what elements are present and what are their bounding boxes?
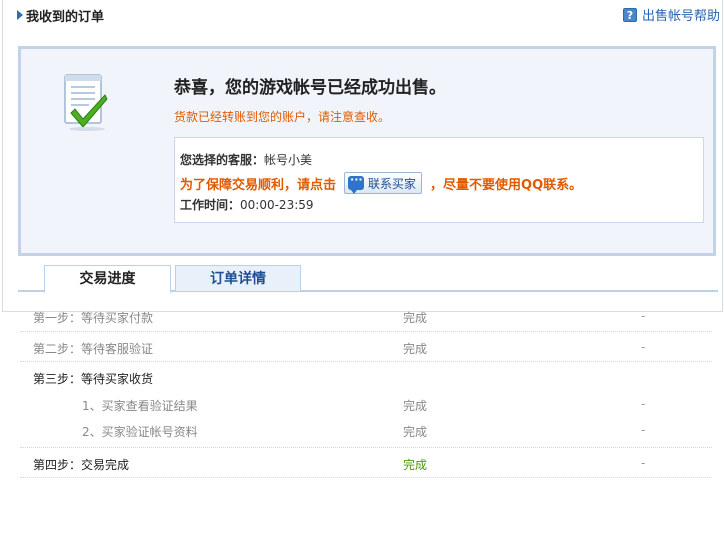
help-link-label[interactable]: 出售帐号帮助 xyxy=(642,5,720,24)
step-status: 完成 xyxy=(403,342,428,356)
step-extra: - xyxy=(641,397,646,411)
service-label: 您选择的客服： xyxy=(180,153,265,167)
hours-label: 工作时间： xyxy=(180,198,241,212)
step-status: 完成 xyxy=(403,399,428,413)
contact-buyer-button[interactable]: 联系买家 xyxy=(344,172,423,194)
step-name: 第四步：交易完成 xyxy=(33,458,130,472)
service-name: 帐号小美 xyxy=(264,153,313,167)
step-extra: - xyxy=(641,309,646,323)
success-headline: 恭喜，您的游戏帐号已经成功出售。 xyxy=(174,78,446,98)
list-item: 第四步：交易完成 完成 - xyxy=(20,448,712,478)
progress-list: 第一步：等待买家付款 完成 - 第二步：等待客服验证 完成 - 第三步：等待买家… xyxy=(20,303,712,478)
step-name: 2、买家验证帐号资料 xyxy=(82,425,198,439)
list-item: 第一步：等待买家付款 完成 - xyxy=(20,303,712,332)
step-name: 第三步：等待买家收货 xyxy=(33,372,154,386)
document-check-icon xyxy=(64,74,108,131)
tab-bar: 交易进度 订单详情 xyxy=(18,265,718,294)
list-item: 1、买家查看验证结果 完成 - xyxy=(20,392,712,418)
step-name: 第二步：等待客服验证 xyxy=(33,342,154,356)
list-item: 2、买家验证帐号资料 完成 - xyxy=(20,418,712,448)
help-link[interactable]: ? 出售帐号帮助 xyxy=(622,5,720,24)
step-extra: - xyxy=(641,456,646,470)
triangle-right-icon xyxy=(17,10,23,20)
contact-buyer-label: 联系买家 xyxy=(368,176,417,191)
success-notice-panel: 恭喜，您的游戏帐号已经成功出售。 货款已经转账到您的账户，请注意查收。 您选择的… xyxy=(18,46,716,256)
step-status: 完成 xyxy=(403,458,428,472)
tab-order-detail[interactable]: 订单详情 xyxy=(175,265,301,292)
step-status: 完成 xyxy=(403,311,428,325)
contact-tip-after: ，尽量不要使用QQ联系。 xyxy=(430,177,583,193)
step-extra: - xyxy=(641,423,646,437)
contact-tip-before: 为了保障交易顺利，请点击 xyxy=(180,177,337,193)
page-title: 我收到的订单 xyxy=(26,10,105,25)
list-item: 第二步：等待客服验证 完成 - xyxy=(20,332,712,362)
page-header: 我收到的订单 ? 出售帐号帮助 xyxy=(0,0,724,30)
payment-notice: 货款已经转账到您的账户，请注意查收。 xyxy=(174,110,391,124)
step-status: 完成 xyxy=(403,425,428,439)
customer-service-box: 您选择的客服：帐号小美 为了保障交易顺利，请点击 联系买家 ，尽量不要使用QQ联… xyxy=(174,137,704,223)
step-name: 第一步：等待买家付款 xyxy=(33,311,154,325)
chat-bubble-icon xyxy=(348,173,365,194)
step-extra: - xyxy=(641,340,646,354)
hours-row: 工作时间：00:00-23:59 xyxy=(180,196,314,213)
step-name: 1、买家查看验证结果 xyxy=(82,399,198,413)
tab-progress[interactable]: 交易进度 xyxy=(44,265,171,294)
hours-value: 00:00-23:59 xyxy=(240,198,314,212)
service-row: 您选择的客服：帐号小美 xyxy=(180,151,312,168)
question-icon: ? xyxy=(622,7,637,22)
list-item: 第三步：等待买家收货 xyxy=(20,362,712,392)
contact-tip: 为了保障交易顺利，请点击 联系买家 ，尽量不要使用QQ联系。 xyxy=(180,172,582,194)
